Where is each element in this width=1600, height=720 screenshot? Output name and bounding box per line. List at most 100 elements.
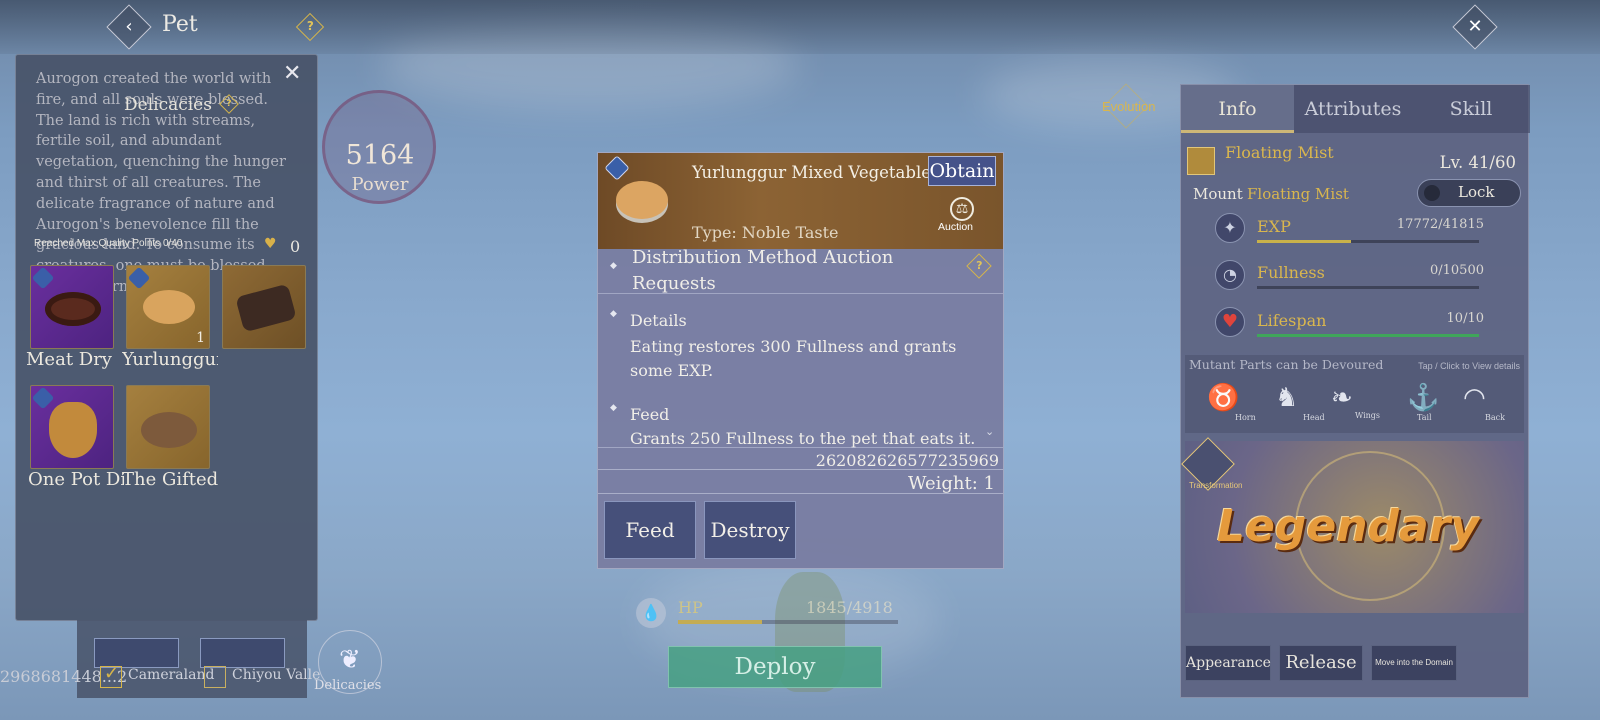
item-id: 262082626577235969 [815,451,999,470]
heart-icon: ♥ [264,236,277,252]
region-thumb-locked[interactable] [200,638,285,668]
scroll-down-icon[interactable]: ⌄ [985,425,994,438]
details-title: Details [630,311,687,330]
tab-attributes[interactable]: Attributes [1295,85,1411,133]
vegetable-dish-icon [616,181,668,219]
help-button[interactable]: ? [966,253,992,279]
item-weight: Weight: 1 [907,473,995,494]
exp-label: EXP [1257,217,1291,236]
bullet-icon: ◆ [610,261,617,271]
check-icon: ✓ [104,663,120,684]
heart-icon: ♥ [1215,307,1245,337]
item-card[interactable] [30,385,114,469]
item-tooltip: Yurlunggur Mixed Vegetables Obtain Type:… [597,152,1004,569]
item-type: Type: Noble Taste [692,223,839,242]
part-label: Horn [1235,413,1256,422]
evolution-label[interactable]: Evolution [1102,99,1155,114]
item-card[interactable] [126,385,210,469]
wings-part-icon[interactable]: ❧ [1331,383,1353,413]
chevron-left-icon: ‹ [125,16,133,37]
lifespan-value: 10/10 [1446,311,1484,326]
appearance-button[interactable]: Appearance [1185,645,1271,681]
tab-info[interactable]: Info [1181,85,1294,133]
close-icon: ✕ [1467,16,1483,37]
obtain-button[interactable]: Obtain [928,156,996,186]
fullness-value: 0/10500 [1429,263,1484,278]
region1-checkbox[interactable]: ✓ [100,663,122,688]
pet-avatar-icon [1187,147,1215,175]
details-text: Eating restores 300 Fullness and grants … [630,337,957,380]
mount-label: Mount [1193,185,1243,203]
item-card[interactable] [222,265,306,349]
quality-label: Reached Max Quality Points 0/40 [34,238,183,249]
steak-dish-icon [235,283,297,333]
region1-label: Cameraland [128,667,215,683]
transform-label: Transformation [1189,481,1243,490]
deploy-button[interactable]: Deploy [668,646,882,688]
bullet-icon: ◆ [610,403,617,413]
mutant-title: Mutant Parts can be Devoured [1189,357,1384,372]
item-name: Yurlunggur Mixed [122,349,218,370]
pet-name: Floating Mist [1225,143,1334,162]
horn-part-icon[interactable]: ♉ [1207,383,1239,413]
lifespan-bar-fill [1257,334,1479,337]
quality-icon [604,155,630,181]
mount-name: Floating Mist [1247,185,1349,203]
mutant-parts-box: Mutant Parts can be Devoured Tap / Click… [1185,355,1524,433]
head-part-icon[interactable]: ♞ [1275,383,1298,413]
question-icon: ? [306,19,314,34]
pot-dish-icon [49,402,97,458]
part-label: Wings [1355,411,1381,420]
feed-title: Feed [630,405,670,424]
lock-label: Lock [1458,183,1495,201]
power-label: Power [351,174,409,195]
lock-toggle[interactable]: Lock [1417,179,1521,207]
region2-label: Chiyou Valle [232,667,321,683]
domain-button[interactable]: Move into the Domain [1371,645,1457,681]
hp-label: HP [678,598,703,617]
mutant-hint: Tap / Click to View details [1418,361,1520,371]
item-card[interactable]: 1 [126,265,210,349]
quality-icon [31,266,55,290]
item-name: The Gifted [122,469,219,490]
tooltip-header: Yurlunggur Mixed Vegetables Obtain Type:… [598,153,1003,249]
feed-button[interactable]: Feed [604,501,696,559]
delicacies-label: Delicacies [314,678,382,693]
release-button[interactable]: Release [1279,645,1363,681]
item-card[interactable] [30,265,114,349]
auction-icon[interactable]: ⚖ [950,197,974,221]
divider [598,493,1003,494]
panel-title: Delicacies [124,95,212,115]
destroy-button[interactable]: Destroy [704,501,796,559]
top-bar [0,0,1600,54]
item-name: Yurlunggur Mixed Vegetables [692,163,940,182]
hp-value: 1845/4918 [806,598,893,617]
distribution-title: Distribution Method Auction Requests [632,247,894,294]
tail-part-icon[interactable]: ⚓ [1407,383,1439,413]
lifespan-bar [1257,334,1479,337]
item-name: Meat Dry [26,349,112,370]
divider [598,293,1003,294]
close-icon[interactable]: ✕ [283,61,301,86]
region2-checkbox[interactable] [204,666,226,688]
quality-icon [31,386,55,410]
part-label: Tail [1417,413,1432,422]
back-part-icon[interactable]: ◠ [1463,383,1486,413]
fullness-bar [1257,286,1479,289]
rarity-art: Transformation Legendary [1181,437,1524,613]
page-title: Pet [162,12,198,37]
auction-label[interactable]: Auction [938,221,973,233]
delicacies-panel: Aurogon created the world with fire, and… [15,54,318,621]
exp-bar [1257,240,1479,243]
vegetable-dish-icon [143,290,195,324]
fullness-label: Fullness [1257,263,1325,282]
tab-skill[interactable]: Skill [1412,85,1530,133]
item-count: 1 [196,330,205,346]
part-label: Head [1303,413,1325,422]
rarity-label: Legendary [1217,501,1480,552]
pet-info-panel: Info Attributes Skill Floating Mist Lv. … [1180,84,1530,698]
exp-value: 17772/41815 [1396,217,1484,232]
stomach-icon: ◔ [1215,260,1245,290]
feather-icon: ❦ [339,645,361,675]
bullet-icon: ◆ [610,309,617,319]
